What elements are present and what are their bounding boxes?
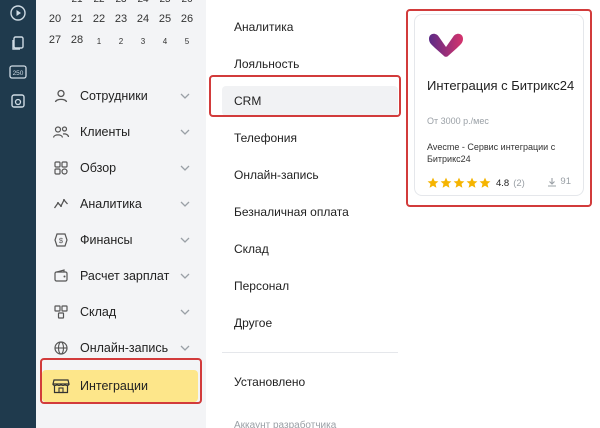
integration-card[interactable]: Интеграция с Битрикс24 От 3000 р./мес Av…: [414, 14, 584, 196]
sidebar-item-label: Онлайн-запись: [80, 341, 169, 355]
calendar-day[interactable]: 26: [176, 0, 198, 5]
counter-badge-icon[interactable]: 250: [9, 63, 27, 81]
sidebar-item-label: Финансы: [80, 233, 133, 247]
calendar-day[interactable]: 24: [132, 13, 154, 25]
calendar-day[interactable]: 21: [66, 0, 88, 5]
integration-categories: Аналитика Лояльность CRM Телефония Онлай…: [208, 0, 401, 428]
calendar-day[interactable]: 23: [110, 0, 132, 5]
category-staff[interactable]: Персонал: [222, 271, 398, 301]
category-cashless-payment[interactable]: Безналичная оплата: [222, 197, 398, 227]
developer-account-link[interactable]: Аккаунт разработчика: [234, 420, 336, 428]
calendar-day[interactable]: 22: [88, 0, 110, 5]
calendar-day[interactable]: 20: [44, 13, 66, 25]
camera-icon[interactable]: [9, 92, 27, 110]
sidebar-item-online-booking[interactable]: Онлайн-запись: [42, 332, 198, 364]
chevron-down-icon: [180, 201, 190, 207]
card-title[interactable]: Интеграция с Битрикс24: [427, 77, 577, 95]
svg-text:$: $: [59, 236, 64, 245]
calendar-day[interactable]: 1: [88, 37, 110, 46]
calendar-week-row: 27 28 1 2 3 4 5: [36, 34, 206, 52]
calendar-day[interactable]: 21: [66, 13, 88, 25]
category-analytics[interactable]: Аналитика: [222, 12, 398, 42]
downloads-value: 91: [560, 176, 571, 187]
copy-icon[interactable]: [9, 34, 27, 52]
category-other[interactable]: Другое: [222, 308, 398, 338]
rating-stars: [427, 177, 492, 189]
calendar-day[interactable]: 3: [132, 37, 154, 46]
calendar-day[interactable]: 2: [110, 37, 132, 46]
sidebar-item-employees[interactable]: Сотрудники: [42, 80, 198, 112]
category-warehouse[interactable]: Склад: [222, 234, 398, 264]
divider: [222, 352, 398, 353]
calendar-day[interactable]: 25: [154, 13, 176, 25]
chart-icon: [52, 195, 70, 213]
chevron-down-icon: [180, 93, 190, 99]
sidebar-item-label: Обзор: [80, 161, 117, 175]
user-icon: [52, 87, 70, 105]
calendar-day[interactable]: 26: [176, 13, 198, 25]
sidebar-item-clients[interactable]: Клиенты: [42, 116, 198, 148]
category-telephony[interactable]: Телефония: [222, 123, 398, 153]
calendar-partial-row: 21 22 23 24 25 26: [36, 0, 206, 5]
calendar-day[interactable]: 23: [110, 13, 132, 25]
sidebar-item-label: Склад: [80, 305, 117, 319]
chevron-down-icon: [180, 129, 190, 135]
sidebar-item-finances[interactable]: $ Финансы: [42, 224, 198, 256]
box-icon: [52, 303, 70, 321]
card-description: Avecme - Сервис интеграции с Битрикс24: [427, 142, 556, 164]
chevron-down-icon: [180, 309, 190, 315]
star-icon: [479, 177, 491, 188]
calendar-day[interactable]: 25: [154, 0, 176, 5]
icon-rail: 250: [0, 0, 36, 428]
rating-count: (2): [513, 177, 525, 189]
star-icon: [440, 177, 452, 188]
category-installed[interactable]: Установлено: [222, 367, 398, 397]
store-icon: [52, 377, 70, 395]
chevron-down-icon: [180, 345, 190, 351]
sidebar-item-label: Аналитика: [80, 197, 142, 211]
calendar-day[interactable]: 4: [154, 37, 176, 46]
calendar-day[interactable]: 24: [132, 0, 154, 5]
chevron-down-icon: [180, 237, 190, 243]
sidebar-item-label: Клиенты: [80, 125, 131, 139]
category-crm[interactable]: CRM: [222, 86, 398, 116]
sidebar-item-warehouse[interactable]: Склад: [42, 296, 198, 328]
card-price: От 3000 р./мес: [427, 116, 489, 126]
counter-badge-text: 250: [13, 70, 24, 77]
play-icon[interactable]: [9, 4, 27, 22]
sidebar-item-label: Интеграции: [80, 379, 149, 393]
calendar-day[interactable]: 27: [44, 34, 66, 46]
sidebar-item-label: Расчет зарплат: [80, 269, 170, 283]
star-icon: [427, 177, 439, 188]
category-online-booking[interactable]: Онлайн-запись: [222, 160, 398, 190]
calendar-day[interactable]: 5: [176, 37, 198, 46]
grid-icon: [52, 159, 70, 177]
sidebar-item-payroll[interactable]: Расчет зарплат: [42, 260, 198, 292]
calendar-day[interactable]: 28: [66, 34, 88, 46]
category-loyalty[interactable]: Лояльность: [222, 49, 398, 79]
star-icon: [453, 177, 465, 188]
sidebar-item-analytics[interactable]: Аналитика: [42, 188, 198, 220]
globe-icon: [52, 339, 70, 357]
sidebar-item-label: Сотрудники: [80, 89, 148, 103]
rating-value: 4.8: [496, 177, 510, 189]
star-icon: [466, 177, 478, 188]
wallet-icon: [52, 267, 70, 285]
card-rating: 4.8 (2): [427, 176, 525, 190]
sidebar: 21 22 23 24 25 26 20 21 22 23 24 25 26 2…: [36, 0, 206, 428]
sidebar-item-integrations[interactable]: Интеграции: [42, 370, 198, 402]
calendar-week-row: 20 21 22 23 24 25 26: [36, 13, 206, 31]
users-icon: [52, 123, 70, 141]
dollar-icon: $: [52, 231, 70, 249]
downloads-count: 91: [547, 176, 571, 187]
chevron-down-icon: [180, 165, 190, 171]
sidebar-item-overview[interactable]: Обзор: [42, 152, 198, 184]
bitrix-logo-icon: [429, 33, 463, 57]
download-icon: [547, 177, 557, 187]
chevron-down-icon: [180, 273, 190, 279]
calendar-day[interactable]: 22: [88, 13, 110, 25]
